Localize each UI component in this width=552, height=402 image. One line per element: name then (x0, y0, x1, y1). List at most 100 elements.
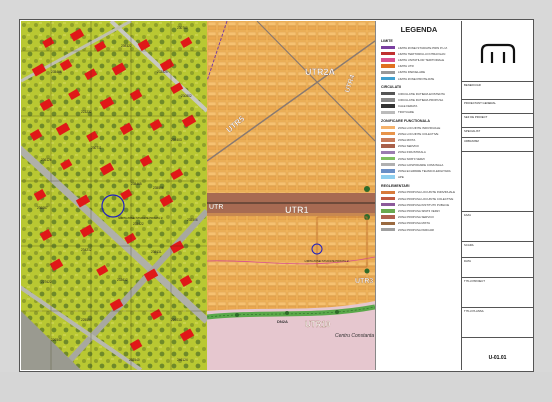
parcel-number: 236067 (37, 206, 48, 210)
parcel-number: 227622 (41, 280, 52, 284)
legend-item-label: ZONA LOCUINTE COLECTIVE (398, 131, 439, 136)
sef-proiect-label: SEF DE PROIECT (464, 115, 488, 119)
plan-annotation: LIMITA ZONEI STUDIATE PRIN P.U.Z. (305, 259, 350, 263)
legend-swatch (381, 175, 395, 179)
faza-cell: FAZA (462, 211, 533, 241)
parcel-number: 235403 (171, 138, 182, 142)
parcel-number: 235465 (131, 182, 142, 186)
data-cell: DATA (462, 257, 533, 277)
legend-item: ZONA PROPUSA INSTITUTII PUBLICE (381, 202, 449, 207)
legend-swatch (381, 70, 395, 75)
legend-item-label: LIMITA PARCELARE (398, 70, 426, 75)
titlu-proiect-label: TITLU PROIECT (464, 279, 485, 283)
legend-item-label: ZONA PROPUSA LOCUINTE COLECTIVE (398, 196, 454, 201)
legend-item: ZONA SERVICII (381, 144, 419, 149)
parcel-number: 225504 (81, 318, 92, 322)
legend-swatch (381, 45, 395, 50)
legend-item: LIMITA TERITORIULUI INTRAVILAN (381, 51, 445, 56)
title-block: BENEFICIAR PROIECTANT GENERAL SEF DE PRO… (461, 21, 533, 370)
blank-cell-1 (462, 151, 533, 211)
legend-item: LIMITA ZONEI STUDIATE PRIN P.U.Z. (381, 45, 448, 50)
legend-swatch (381, 215, 395, 219)
legend-swatch (381, 196, 395, 201)
legend-section-heading: REGLEMENTARI (381, 183, 410, 188)
legend-item: ZONA PROPUSA LOCUINTE INDIVIDUALE (381, 190, 455, 195)
legend-item: ZONA SPATII VERZI (381, 156, 425, 161)
legend-item: LIMITA PARCELARE (381, 70, 425, 75)
proiectant-cell: PROIECTANT GENERAL (462, 99, 533, 113)
legend-item: LIMITA ZONEI PROTEJATE (381, 76, 434, 81)
beneficiar-label: BENEFICIAR (464, 83, 481, 87)
legend-panel: LEGENDA LIMITE LIMITA ZONEI STUDIATE PRIN… (375, 21, 462, 370)
legend-item: ZONA LOCUINTE INDIVIDUALE (381, 125, 440, 130)
parcel-number: 230802 (181, 94, 192, 98)
ortho-annotation: LIMITA ZONEI STUDIATE PRIN P.U.Z. (119, 216, 164, 220)
legend-swatch (381, 150, 395, 155)
parcel-number: 236126 (41, 158, 52, 162)
legend-swatch (381, 104, 395, 108)
zone-label: DN2A (277, 319, 288, 324)
specialist-cell: SPECIALIST (462, 127, 533, 137)
legend-item: ZONA MIXTA (381, 137, 415, 142)
legend-item: LIMITA UNITATILOR TERITORIALE (381, 57, 444, 62)
legend-item: ZONA ECHIPARE TEHNICO-EDILITARA (381, 168, 451, 173)
scara-label: SCARA (464, 243, 474, 247)
legend-item-label: ZONA ECHIPARE TEHNICO-EDILITARA (398, 168, 451, 173)
legend-item: ZONA PROPUSA SPATII VERZI (381, 208, 440, 213)
zone-label: UTR (209, 204, 223, 211)
parcel-number: 239322 (121, 44, 132, 48)
legend-item-label: CALE FERATA (398, 104, 418, 109)
legend-item-label: ZONA SPATII VERZI (398, 156, 425, 161)
proiectant-label: PROIECTANT GENERAL (464, 101, 496, 105)
legend-item: CALE FERATA (381, 104, 417, 109)
legend-item: ZONA INDUSTRIALA (381, 150, 426, 155)
legend-item-label: APE (398, 175, 404, 180)
legend-item-label: LIMITA UTR (398, 64, 414, 69)
parcel-number: 246124 (177, 358, 188, 362)
beneficiar-cell: BENEFICIAR (462, 81, 533, 99)
legend-item: ZONA LOCUINTE COLECTIVE (381, 131, 438, 136)
legend-item: TROTUARE (381, 110, 414, 115)
legend-item-label: LIMITA ZONEI PROTEJATE (398, 76, 435, 81)
orthophoto-map: LIMITA ZONEI STUDIATE PRIN P.U.Z. 230760… (21, 21, 207, 370)
legend-swatch (381, 202, 395, 207)
urbanism-label: URBANISM (464, 139, 479, 143)
plansa-code: U-01.01 (488, 355, 507, 361)
legend-section-heading: CIRCULATII (381, 85, 402, 90)
zone-label: UTR2A (305, 67, 336, 77)
parcel-number: 230760 (177, 26, 188, 30)
zone-label: UTR10 (305, 320, 331, 329)
legend-item-label: ZONA LOCUINTE INDIVIDUALE (398, 125, 441, 130)
parcel-number: 233525 (157, 70, 168, 74)
plan-sheet: LIMITA ZONEI STUDIATE PRIN P.U.Z. 230760… (19, 19, 534, 372)
page-footer-band (0, 372, 552, 402)
legend-swatch (381, 98, 395, 102)
parcel-number: 235506 (153, 186, 164, 190)
legend-swatch (381, 125, 395, 130)
parcel-number: 235466 (51, 70, 62, 74)
legend-item: LIMITA UTR (381, 64, 414, 69)
legend-item: ZONA PROPUSA MIXTA (381, 221, 430, 226)
urbanism-cell: URBANISM (462, 137, 533, 151)
specialist-label: SPECIALIST (464, 129, 481, 133)
legend-item-label: CIRCULATIE RUTIERA PROPUSA (398, 97, 444, 102)
urban-plan-map: LIMITA ZONEI STUDIATE PRIN P.U.Z. Centru… (207, 21, 375, 370)
parcel-number: 226013 (171, 318, 182, 322)
urban-plan-panel[interactable]: LIMITA ZONEI STUDIATE PRIN P.U.Z. Centru… (207, 21, 375, 370)
legend-swatch (381, 190, 395, 195)
orthophoto-panel[interactable]: LIMITA ZONEI STUDIATE PRIN P.U.Z. 230760… (21, 21, 207, 370)
legend-item-label: ZONA GOSPODARIE COMUNALA (398, 162, 444, 167)
legend-item-label: ZONA INDUSTRIALA (398, 150, 426, 155)
legend-swatch (381, 227, 395, 232)
road-name-label: Centru Constanta (335, 333, 374, 339)
company-logo (480, 43, 516, 63)
plansa-cell (462, 337, 533, 370)
legend-item-label: ZONA PROPUSA LOCUINTE INDIVIDUALE (398, 190, 456, 195)
legend-item: ZONA PROPUSA PARCARI (381, 227, 434, 232)
legend-item: ZONA PROPUSA LOCUINTE COLECTIVE (381, 196, 453, 201)
legend-item-label: ZONA PROPUSA SPATII VERZI (398, 208, 440, 213)
legend-item: ZONA PROPUSA SERVICII (381, 215, 434, 220)
legend-swatch (381, 169, 395, 173)
parcel-number: 232540 (129, 358, 140, 362)
legend-item: APE (381, 175, 404, 180)
